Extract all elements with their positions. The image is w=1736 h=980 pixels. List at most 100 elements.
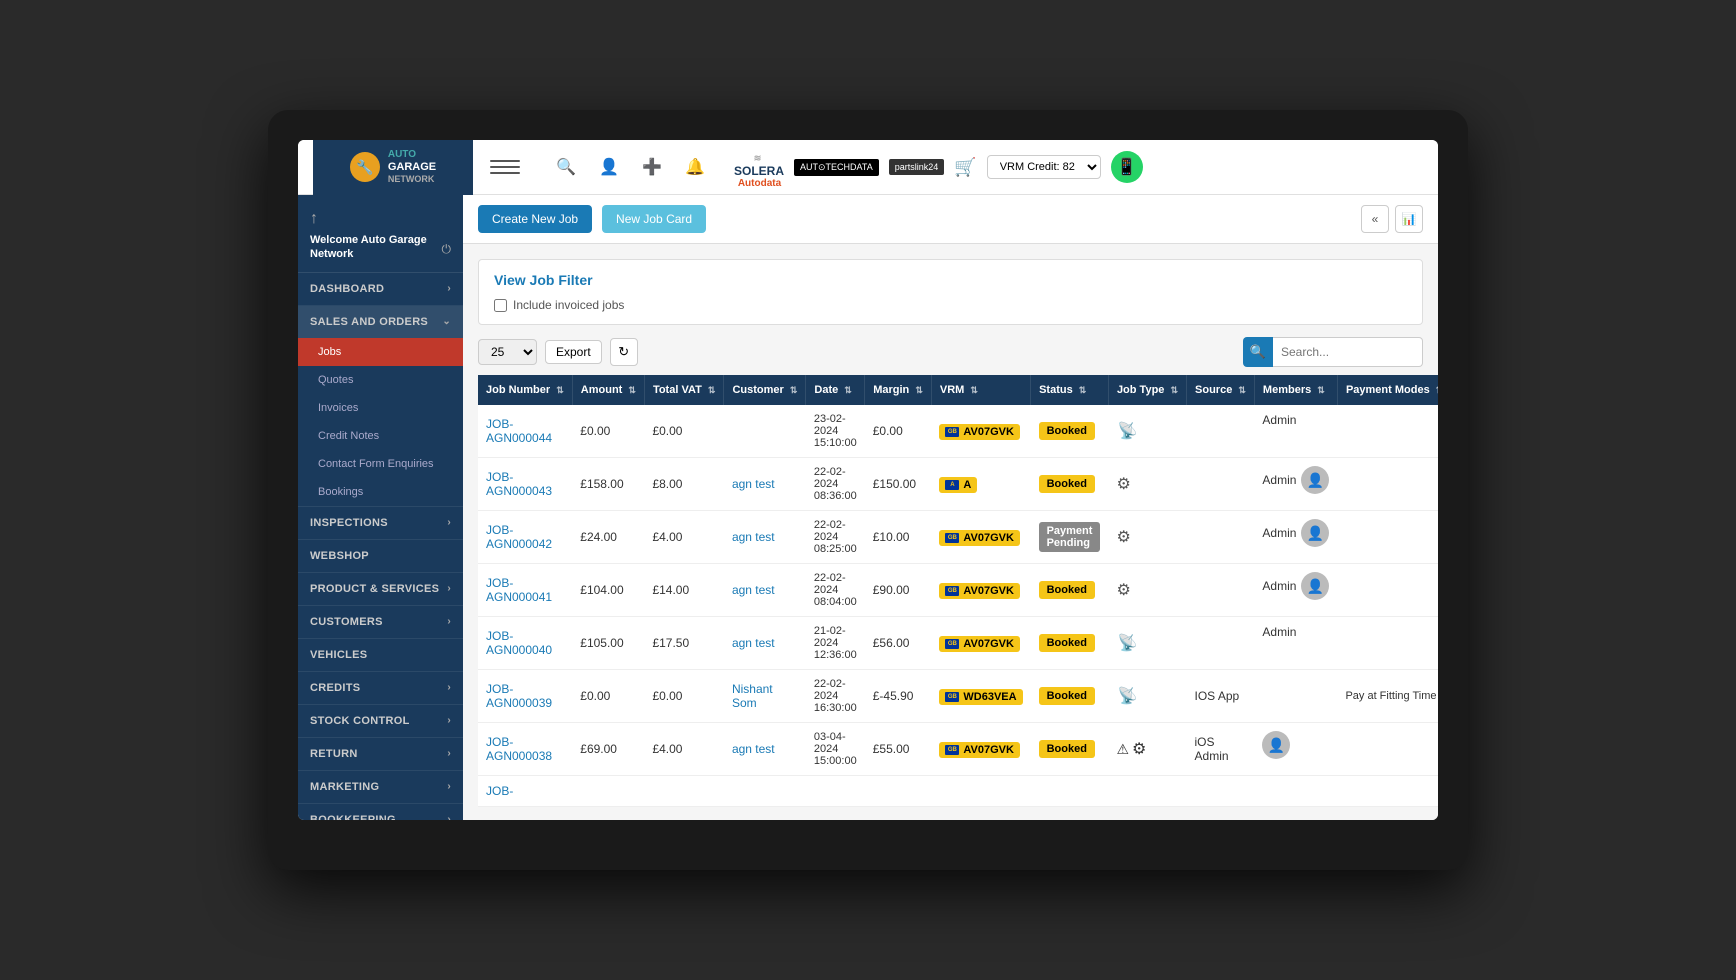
job-type-cell: 📡 — [1108, 670, 1186, 723]
nav-section-inspections: INSPECTIONS › — [298, 507, 463, 540]
job-members: Admin👤 — [1254, 564, 1337, 608]
top-navigation: 🔧 AUTO GARAGE NETWORK 🔍 👤 ➕ 🔔 ≋ SOLE — [298, 140, 1438, 195]
sidebar-item-credits[interactable]: CREDITS › — [298, 672, 463, 704]
nav-section-sales-orders: SALES AND ORDERS ⌄ Jobs Quotes Invoices … — [298, 306, 463, 507]
vrm-credit-select[interactable]: VRM Credit: 82 — [987, 155, 1101, 179]
job-number-link[interactable]: JOB-AGN000039 — [486, 682, 552, 710]
vrm-text: AV07GVK — [963, 744, 1014, 756]
nav-section-customers: CUSTOMERS › — [298, 606, 463, 639]
job-members — [1254, 776, 1337, 792]
plus-icon[interactable]: ➕ — [638, 153, 666, 181]
content-toolbar: Create New Job New Job Card « 📊 — [463, 195, 1438, 244]
filter-section: View Job Filter Include invoiced jobs — [478, 259, 1423, 325]
job-number-link[interactable]: JOB-AGN000038 — [486, 735, 552, 763]
create-new-job-button[interactable]: Create New Job — [478, 205, 592, 233]
avatar: 👤 — [1301, 572, 1329, 600]
job-payment-modes — [1337, 458, 1438, 511]
sidebar-item-return[interactable]: RETURN › — [298, 738, 463, 770]
col-margin: Margin ⇅ — [865, 375, 932, 405]
sidebar-item-invoices[interactable]: Invoices — [298, 394, 463, 422]
status-badge: Booked — [1039, 422, 1095, 440]
chevron-right-icon: › — [447, 283, 451, 294]
sidebar-item-jobs[interactable]: Jobs — [298, 338, 463, 366]
status-badge: Booked — [1039, 740, 1095, 758]
vrm-flag: GB — [945, 692, 959, 702]
job-payment-modes — [1337, 405, 1438, 458]
customer-link[interactable]: agn test — [732, 530, 775, 544]
job-number-link[interactable]: JOB-AGN000043 — [486, 470, 552, 498]
user-icon[interactable]: 👤 — [595, 153, 623, 181]
whatsapp-button[interactable]: 📱 — [1111, 151, 1143, 183]
job-type-cell: ⚙ — [1108, 458, 1186, 511]
nav-section-credits: CREDITS › — [298, 672, 463, 705]
radio-signal-icon: 📡 — [1116, 632, 1138, 654]
sidebar-item-webshop[interactable]: WEBSHOP — [298, 540, 463, 572]
customer-link[interactable]: agn test — [732, 636, 775, 650]
customer-link[interactable]: agn test — [732, 477, 775, 491]
search-icon[interactable]: 🔍 — [552, 153, 580, 181]
vrm-badge: GBAV07GVK — [939, 424, 1020, 440]
sidebar-item-bookkeeping[interactable]: BOOKKEEPING › — [298, 804, 463, 820]
customer-link[interactable]: agn test — [732, 583, 775, 597]
sidebar-item-marketing[interactable]: MARKETING › — [298, 771, 463, 803]
nav-section-product-services: PRODUCT & SERVICES › — [298, 573, 463, 606]
job-amount: £0.00 — [572, 670, 644, 723]
job-type-cell: ⚙ — [1108, 511, 1186, 564]
vrm-text: AV07GVK — [963, 532, 1014, 544]
sidebar-item-inspections[interactable]: INSPECTIONS › — [298, 507, 463, 539]
sidebar-item-credit-notes[interactable]: Credit Notes — [298, 422, 463, 450]
job-number-link[interactable]: JOB-AGN000041 — [486, 576, 552, 604]
include-invoiced-checkbox[interactable] — [494, 299, 507, 312]
job-number-link[interactable]: JOB-AGN000040 — [486, 629, 552, 657]
col-members: Members ⇅ — [1254, 375, 1337, 405]
avatar: 👤 — [1301, 466, 1329, 494]
sidebar-item-vehicles[interactable]: VEHICLES — [298, 639, 463, 671]
search-submit-button[interactable]: 🔍 — [1243, 337, 1273, 367]
customer-link[interactable]: agn test — [732, 742, 775, 756]
sidebar-item-bookings[interactable]: Bookings — [298, 478, 463, 506]
avatar: 👤 — [1301, 519, 1329, 547]
job-number-link[interactable]: JOB-AGN000044 — [486, 417, 552, 445]
power-icon[interactable]: ⏻ — [442, 242, 452, 257]
per-page-select[interactable]: 25 10 50 100 — [478, 339, 537, 365]
job-margin: £90.00 — [865, 564, 932, 617]
table-row: JOB-AGN000040£105.00£17.50agn test21-02-… — [478, 617, 1438, 670]
solera-brand: ≋ SOLERA Autodata — [731, 153, 784, 181]
hamburger-menu[interactable] — [490, 152, 520, 182]
sidebar-collapse-icon[interactable]: ↑ — [310, 210, 451, 228]
chevron-right-icon-products: › — [447, 583, 451, 594]
bell-icon[interactable]: 🔔 — [681, 153, 709, 181]
job-amount: £104.00 — [572, 564, 644, 617]
job-type-cell: 📡 — [1108, 405, 1186, 458]
left-arrow-icon[interactable]: « — [1361, 205, 1389, 233]
chart-icon[interactable]: 📊 — [1395, 205, 1423, 233]
logo: 🔧 AUTO GARAGE NETWORK — [313, 140, 473, 195]
refresh-button[interactable]: ↻ — [610, 338, 638, 366]
job-vat: £4.00 — [644, 511, 724, 564]
job-source: IOS App — [1187, 670, 1255, 723]
sidebar-item-stock-control[interactable]: STOCK CONTROL › — [298, 705, 463, 737]
chevron-down-icon: ⌄ — [442, 316, 451, 327]
customer-link[interactable]: Nishant Som — [732, 682, 773, 710]
job-number-link[interactable]: JOB- — [486, 784, 513, 798]
avatar: 👤 — [1262, 731, 1290, 759]
sidebar-item-contact-form[interactable]: Contact Form Enquiries — [298, 450, 463, 478]
job-number-link[interactable]: JOB-AGN000042 — [486, 523, 552, 551]
sidebar-item-dashboard[interactable]: DASHBOARD › — [298, 273, 463, 305]
cart-icon[interactable]: 🛒 — [954, 157, 976, 178]
nav-section-dashboard: DASHBOARD › — [298, 273, 463, 306]
new-job-card-button[interactable]: New Job Card — [602, 205, 706, 233]
search-input[interactable] — [1273, 337, 1423, 367]
sidebar-item-product-services[interactable]: PRODUCT & SERVICES › — [298, 573, 463, 605]
logo-icon: 🔧 — [350, 152, 380, 182]
job-vat: £8.00 — [644, 458, 724, 511]
sidebar-item-customers[interactable]: CUSTOMERS › — [298, 606, 463, 638]
filter-title: View Job Filter — [494, 272, 1407, 288]
job-type-cell — [1108, 776, 1186, 807]
export-button[interactable]: Export — [545, 340, 602, 364]
job-date: 22-02-2024 08:25:00 — [806, 511, 865, 564]
sidebar-item-sales-orders[interactable]: SALES AND ORDERS ⌄ — [298, 306, 463, 338]
include-invoiced-label[interactable]: Include invoiced jobs — [494, 298, 624, 312]
sidebar-item-quotes[interactable]: Quotes — [298, 366, 463, 394]
job-date: 03-04-2024 15:00:00 — [806, 723, 865, 776]
